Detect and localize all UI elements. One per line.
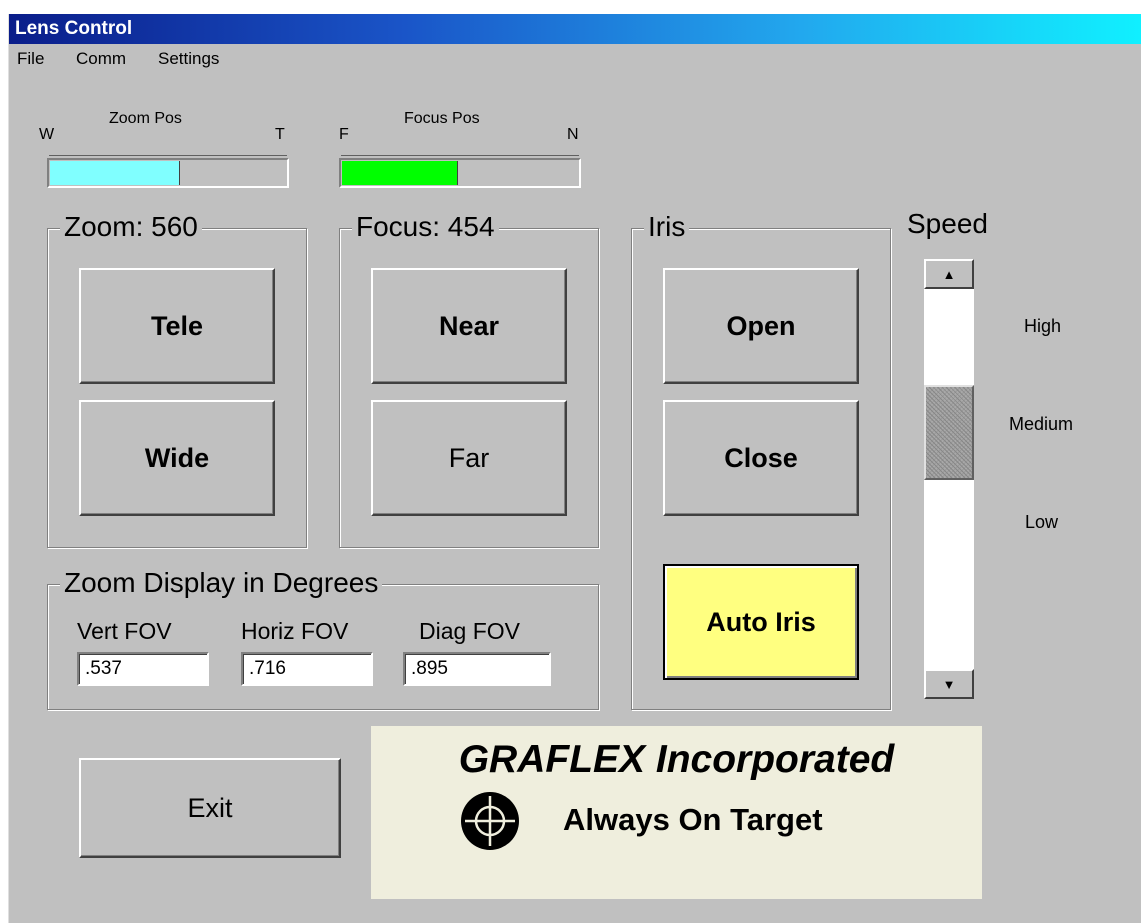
focus-meter-far-label: F <box>339 126 349 143</box>
zoom-meter-wide-label: W <box>39 126 55 143</box>
brand-name: GRAFLEX Incorporated <box>458 738 895 781</box>
lens-control-window: Lens Control File Comm Settings Zoom Pos… <box>8 14 1141 923</box>
near-button[interactable]: Near <box>371 268 567 384</box>
speed-title: Speed <box>907 208 988 239</box>
exit-button[interactable]: Exit <box>79 758 341 858</box>
zoom-position-bar <box>47 155 289 188</box>
iris-group-title: Iris <box>644 211 690 243</box>
menu-settings[interactable]: Settings <box>158 46 219 72</box>
iris-open-button[interactable]: Open <box>663 268 859 384</box>
zoom-degrees-group: Zoom Display in Degrees <box>47 567 599 710</box>
menu-bar: File Comm Settings <box>9 46 1141 72</box>
brand-tagline: Always On Target <box>563 802 823 837</box>
crosshair-target-icon <box>461 792 519 850</box>
horiz-fov-label: Horiz FOV <box>241 618 349 644</box>
menu-comm[interactable]: Comm <box>76 46 126 72</box>
focus-meter-near-label: N <box>567 126 579 143</box>
speed-medium-label: Medium <box>1009 414 1074 434</box>
scroll-down-arrow-icon[interactable]: ▼ <box>924 669 974 699</box>
zoom-degrees-group-title: Zoom Display in Degrees <box>60 567 383 599</box>
zoom-meter-tele-label: T <box>275 126 285 143</box>
far-button[interactable]: Far <box>371 400 567 516</box>
menu-file[interactable]: File <box>17 46 44 72</box>
iris-close-button[interactable]: Close <box>663 400 859 516</box>
focus-position-fill <box>342 161 458 185</box>
speed-high-label: High <box>1024 316 1062 336</box>
speed-scroll-thumb[interactable] <box>924 385 974 480</box>
speed-scrollbar[interactable]: ▲ ▼ <box>924 259 974 699</box>
wide-button[interactable]: Wide <box>79 400 275 516</box>
focus-group-title: Focus: 454 <box>352 211 499 243</box>
vert-fov-field[interactable]: .537 <box>77 652 209 686</box>
diag-fov-field[interactable]: .895 <box>403 652 551 686</box>
diag-fov-label: Diag FOV <box>419 618 520 644</box>
auto-iris-button[interactable]: Auto Iris <box>663 564 859 680</box>
zoom-position-fill <box>50 161 180 185</box>
focus-position-bar <box>339 155 581 188</box>
zoom-position-meter: Zoom Pos W T <box>39 108 291 190</box>
vert-fov-label: Vert FOV <box>77 618 172 644</box>
tele-button[interactable]: Tele <box>79 268 275 384</box>
focus-meter-title: Focus Pos <box>404 110 480 127</box>
zoom-meter-title: Zoom Pos <box>109 110 182 127</box>
horiz-fov-field[interactable]: .716 <box>241 652 373 686</box>
title-bar: Lens Control <box>9 14 1141 44</box>
brand-panel: GRAFLEX Incorporated Always On Target <box>371 726 982 899</box>
speed-low-label: Low <box>1025 512 1059 532</box>
scroll-up-arrow-icon[interactable]: ▲ <box>924 259 974 289</box>
zoom-group-title: Zoom: 560 <box>60 211 202 243</box>
focus-position-meter: Focus Pos F N <box>331 108 583 190</box>
